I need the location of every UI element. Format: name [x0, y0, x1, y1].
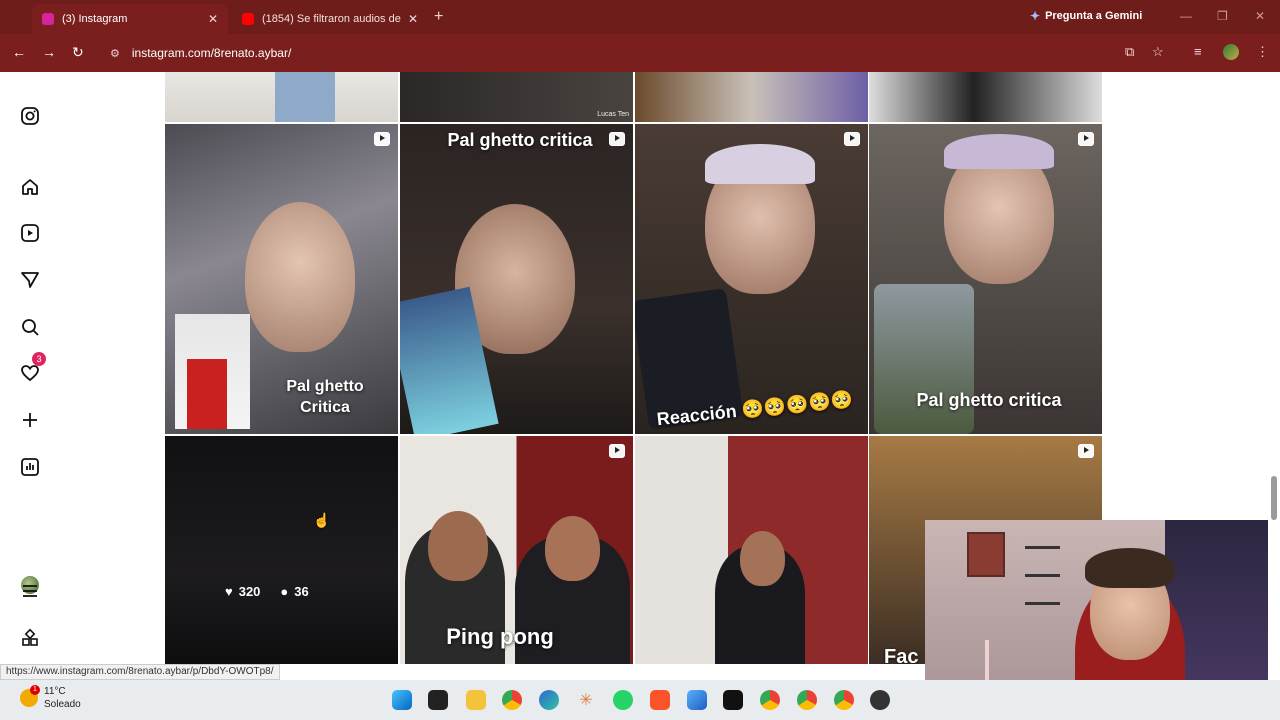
instagram-favicon-icon [42, 13, 54, 25]
chrome-profile-icon[interactable] [760, 690, 780, 710]
claude-icon[interactable]: ✳ [576, 690, 596, 710]
post-caption: Pal ghetto critica [447, 130, 593, 150]
chrome-profile-icon[interactable] [797, 690, 817, 710]
post-thumbnail[interactable]: Ping pong [400, 436, 633, 664]
restore-icon[interactable]: ❐ [1217, 9, 1228, 23]
instagram-sidebar: 3 [0, 72, 60, 664]
photos-icon[interactable] [687, 690, 707, 710]
back-icon[interactable]: ← [12, 44, 26, 60]
post-thumbnail[interactable]: Pal ghetto critica [400, 124, 633, 434]
new-tab-icon[interactable]: + [434, 8, 443, 26]
post-thumbnail[interactable] [869, 72, 1102, 122]
comments-count: ● 36 [280, 584, 308, 599]
youtube-favicon-icon [242, 13, 254, 25]
file-explorer-icon[interactable] [466, 690, 486, 710]
gemini-sparkle-icon: ✦ [1030, 9, 1041, 23]
reel-indicator-icon [1078, 132, 1094, 146]
post-thumbnail[interactable] [635, 436, 868, 664]
more-menu-icon[interactable] [20, 581, 40, 601]
likes-count: ♥ 320 [225, 584, 260, 599]
windows-taskbar: 1 11°C Soleado ✳ [0, 680, 1280, 720]
chrome-icon[interactable] [502, 690, 522, 710]
browser-tab-bar: (3) Instagram ✕ (1854) Se filtraron audi… [0, 0, 1280, 34]
post-thumbnail[interactable]: Pal ghetto Critica [165, 124, 398, 434]
post-thumbnail[interactable]: Reacción 🥺🥺🥺🥺🥺 [635, 124, 868, 434]
post-hover-stats: ♥ 320 ● 36 [225, 584, 309, 599]
post-thumbnail[interactable] [635, 72, 868, 122]
reload-icon[interactable]: ↻ [72, 44, 84, 61]
task-view-icon[interactable] [428, 690, 448, 710]
tab-instagram[interactable]: (3) Instagram ✕ [32, 4, 228, 34]
tiktok-icon[interactable] [723, 690, 743, 710]
edge-icon[interactable] [539, 690, 559, 710]
brave-icon[interactable] [650, 690, 670, 710]
bookmark-star-icon[interactable]: ☆ [1152, 44, 1164, 60]
weather-widget[interactable]: 1 11°C Soleado [20, 685, 81, 711]
chrome-profile-icon[interactable] [834, 690, 854, 710]
site-info-icon[interactable]: ⚙ [110, 47, 120, 60]
gemini-label: Pregunta a Gemini [1045, 10, 1143, 22]
post-thumbnail[interactable] [165, 72, 398, 122]
profile-avatar[interactable] [1223, 44, 1239, 60]
reels-icon[interactable] [20, 223, 40, 243]
reel-indicator-icon [1078, 444, 1094, 458]
reel-indicator-icon [844, 132, 860, 146]
weather-description: Soleado [44, 699, 81, 710]
page-scrollbar[interactable] [1268, 72, 1280, 680]
comment-bubble-icon: ● [280, 584, 289, 599]
tab-label: (3) Instagram [62, 13, 128, 25]
reel-indicator-icon [374, 132, 390, 146]
create-plus-icon[interactable] [20, 410, 40, 430]
scrollbar-thumb[interactable] [1271, 476, 1277, 520]
minimize-icon[interactable]: — [1180, 9, 1192, 23]
browser-menu-icon[interactable]: ⋮ [1256, 44, 1269, 60]
also-from-meta-icon[interactable] [20, 628, 40, 648]
heart-filled-icon: ♥ [225, 584, 233, 599]
reading-list-icon[interactable]: ≡ [1194, 44, 1202, 59]
address-bar[interactable]: ⚙ instagram.com/8renato.aybar/ [98, 40, 1158, 66]
search-icon[interactable] [20, 317, 40, 337]
post-thumbnail[interactable]: ♥ 320 ● 36 [165, 436, 398, 664]
screen: (3) Instagram ✕ (1854) Se filtraron audi… [0, 0, 1280, 720]
close-window-icon[interactable]: ✕ [1255, 9, 1265, 23]
instagram-logo-icon[interactable] [20, 106, 40, 126]
post-watermark-text: Lucas Ten [597, 111, 629, 118]
weather-temperature: 11°C [44, 686, 66, 697]
weather-badge: 1 [30, 685, 40, 695]
likes-value: 320 [238, 584, 261, 599]
forward-icon[interactable]: → [42, 44, 56, 60]
install-app-icon[interactable]: ⧉ [1125, 44, 1134, 60]
link-status-bubble: https://www.instagram.com/8renato.aybar/… [0, 664, 280, 680]
url-text: instagram.com/8renato.aybar/ [131, 46, 292, 60]
comments-value: 36 [294, 584, 309, 599]
reel-indicator-icon [609, 444, 625, 458]
whatsapp-icon[interactable] [613, 690, 633, 710]
reel-indicator-icon [609, 132, 625, 146]
close-tab-icon[interactable]: ✕ [208, 12, 218, 26]
start-windows-icon[interactable] [392, 690, 412, 710]
post-caption: Ping pong [446, 624, 554, 649]
tab-youtube[interactable]: (1854) Se filtraron audios de Di ✕ [232, 4, 428, 34]
tab-label: (1854) Se filtraron audios de Di [262, 13, 402, 25]
gemini-button[interactable]: ✦ Pregunta a Gemini [1030, 9, 1142, 23]
post-thumbnail[interactable]: Lucas Ten [400, 72, 633, 122]
home-icon[interactable] [20, 177, 40, 197]
close-tab-icon[interactable]: ✕ [408, 12, 418, 26]
dashboard-icon[interactable] [20, 457, 40, 477]
post-caption: Pal ghetto Critica [286, 378, 364, 416]
weather-sun-icon: 1 [20, 685, 40, 707]
messages-icon[interactable] [20, 270, 40, 290]
hand-cursor-icon: ☝ [313, 512, 331, 528]
post-thumbnail[interactable]: Pal ghetto critica [869, 124, 1102, 434]
post-caption: Pal ghetto critica [916, 390, 1062, 410]
notifications-heart-icon[interactable] [20, 363, 40, 383]
obs-icon[interactable] [870, 690, 890, 710]
